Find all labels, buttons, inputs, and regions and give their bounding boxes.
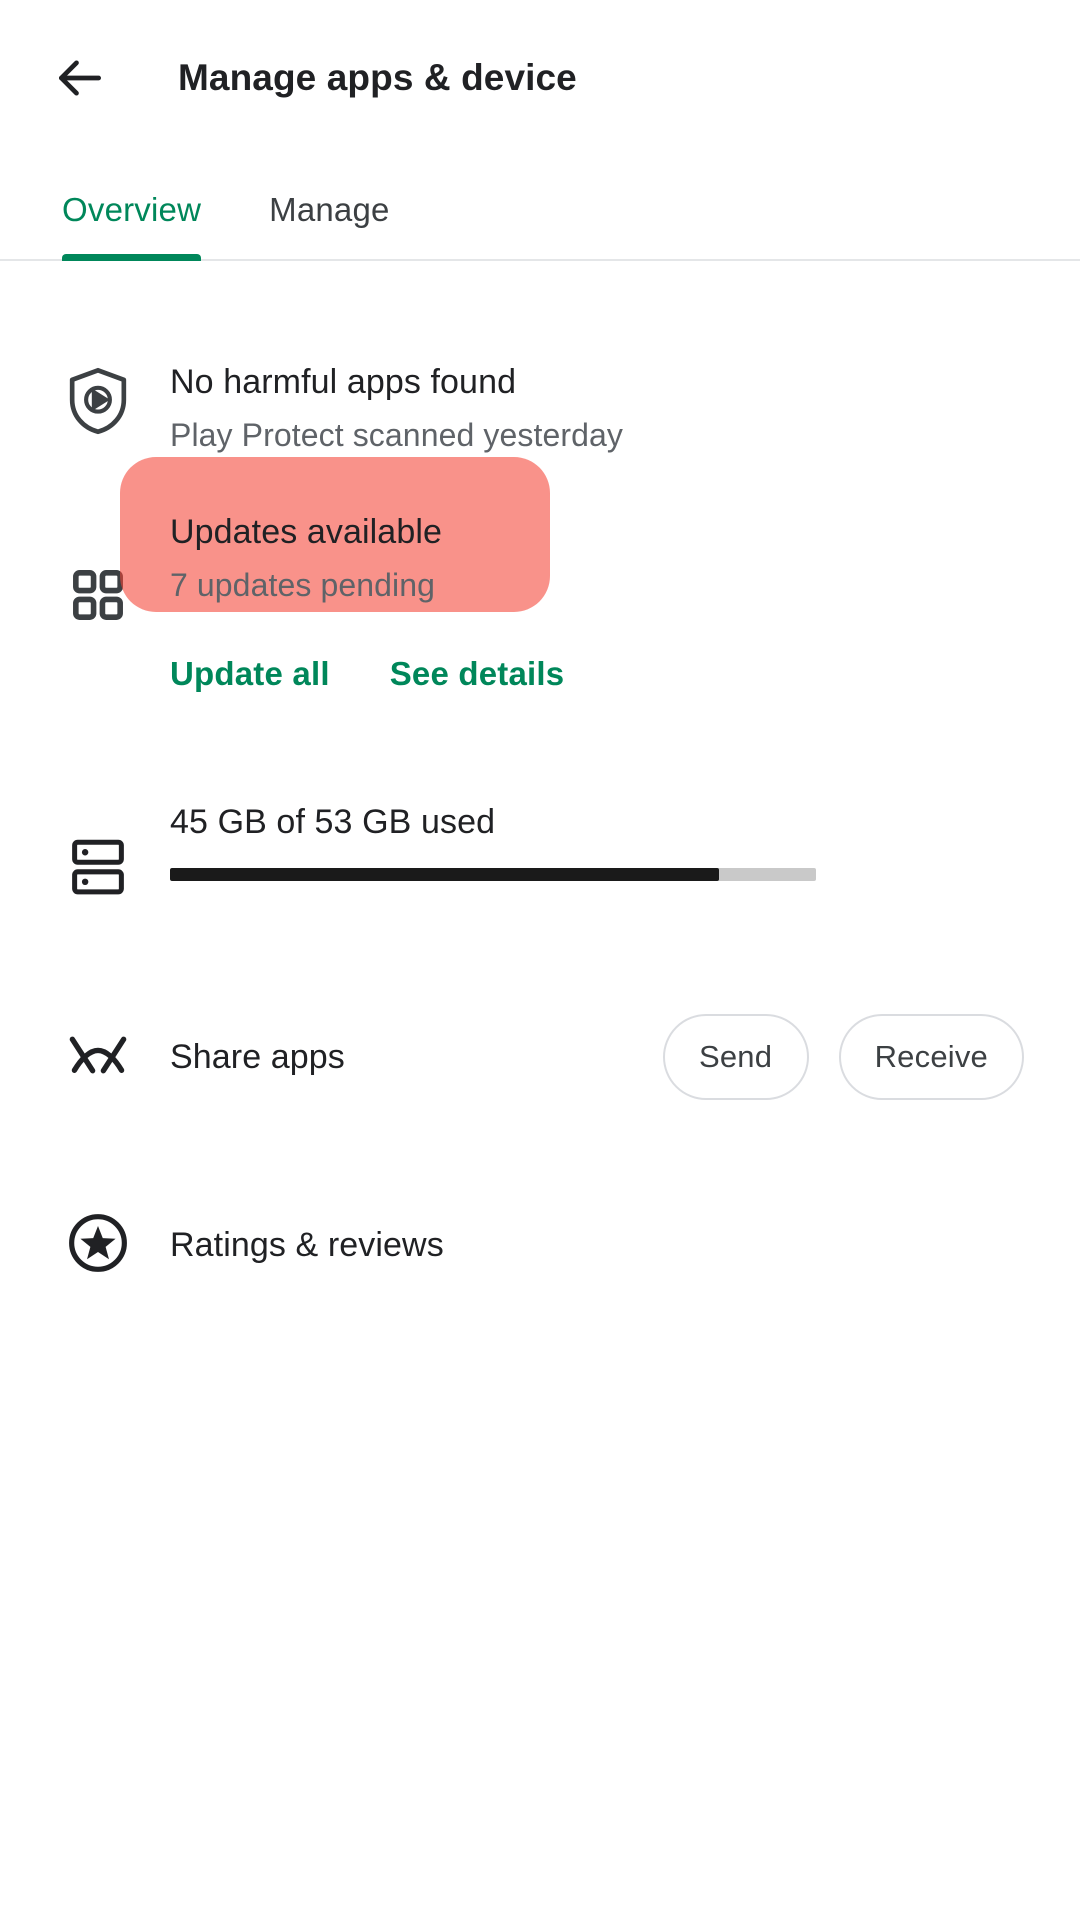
page-title: Manage apps & device — [178, 56, 577, 98]
star-circle-icon — [67, 1212, 129, 1279]
back-arrow-icon — [52, 50, 108, 106]
storage-icon-wrap — [56, 803, 140, 904]
share-apps-row[interactable]: Share apps Send Receive — [0, 1014, 1080, 1100]
ratings-body: Ratings & reviews — [170, 1226, 1024, 1265]
overview-content: No harmful apps found Play Protect scann… — [0, 359, 1080, 1279]
updates-subtitle: 7 updates pending — [170, 567, 436, 603]
storage-progress-fill — [170, 868, 720, 881]
update-all-button[interactable]: Update all — [170, 655, 330, 693]
share-buttons: Send Receive — [662, 1014, 1024, 1100]
play-protect-icon-wrap — [56, 359, 140, 442]
storage-icon — [69, 837, 127, 904]
app-bar: Manage apps & device — [0, 0, 1080, 155]
storage-title: 45 GB of 53 GB used — [170, 803, 496, 841]
tab-manage[interactable]: Manage — [269, 155, 389, 259]
share-body: Share apps Send Receive — [170, 1014, 1024, 1100]
see-details-button[interactable]: See details — [390, 655, 565, 693]
tab-bar: Overview Manage — [0, 155, 1080, 261]
updates-icon-wrap — [56, 509, 140, 628]
ratings-icon-wrap — [56, 1212, 140, 1279]
storage-body: 45 GB of 53 GB used — [170, 803, 1024, 881]
ratings-reviews-row[interactable]: Ratings & reviews — [0, 1212, 1080, 1279]
updates-texts: Updates available 7 updates pending — [170, 509, 1024, 607]
nearby-share-icon — [67, 1031, 129, 1084]
share-icon-wrap — [56, 1031, 140, 1084]
tab-overview-label: Overview — [62, 191, 202, 228]
play-protect-row[interactable]: No harmful apps found Play Protect scann… — [0, 359, 1080, 457]
tab-active-indicator — [62, 254, 202, 261]
play-protect-subtitle: Play Protect scanned yesterday — [170, 417, 624, 453]
tab-overview[interactable]: Overview — [62, 155, 202, 261]
share-apps-label: Share apps — [170, 1037, 345, 1076]
updates-actions: Update all See details — [170, 655, 1024, 693]
play-protect-body: No harmful apps found Play Protect scann… — [170, 359, 1024, 457]
send-button[interactable]: Send — [662, 1014, 809, 1100]
storage-row[interactable]: 45 GB of 53 GB used — [0, 803, 1080, 904]
updates-body: Updates available 7 updates pending Upda… — [120, 457, 1024, 693]
updates-title: Updates available — [170, 513, 442, 551]
apps-grid-icon — [70, 567, 126, 628]
receive-button[interactable]: Receive — [838, 1014, 1024, 1100]
ratings-reviews-label: Ratings & reviews — [170, 1226, 444, 1264]
storage-progress-bar — [170, 868, 816, 881]
back-button[interactable] — [44, 42, 116, 114]
play-protect-title: No harmful apps found — [170, 363, 517, 401]
tab-manage-label: Manage — [269, 191, 390, 228]
play-protect-shield-icon — [67, 365, 129, 442]
updates-row[interactable]: Updates available 7 updates pending Upda… — [0, 457, 1080, 693]
